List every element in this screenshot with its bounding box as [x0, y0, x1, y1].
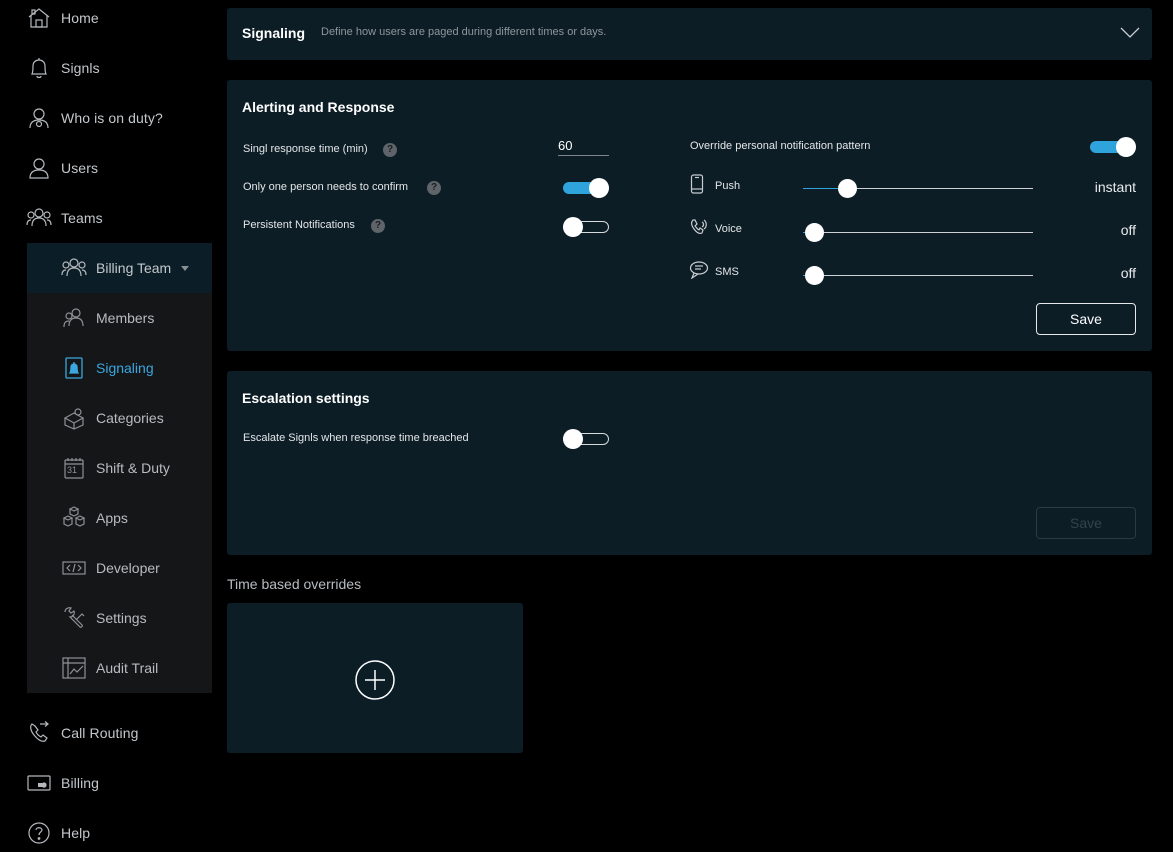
- subnav-categories[interactable]: Categories: [61, 403, 164, 433]
- override-label: Override personal notification pattern: [690, 140, 871, 152]
- nav-teams-label: Teams: [61, 210, 103, 226]
- nav-home-label: Home: [61, 10, 99, 26]
- nav-billing[interactable]: Billing: [26, 768, 99, 798]
- push-value: instant: [1094, 179, 1136, 195]
- push-label: Push: [715, 180, 741, 192]
- help-icon: [26, 820, 52, 846]
- subnav-signaling-label: Signaling: [96, 360, 154, 376]
- subnav-settings-label: Settings: [96, 610, 147, 626]
- nav-call-routing-label: Call Routing: [61, 725, 139, 741]
- members-icon: [61, 305, 87, 331]
- signaling-description: Define how users are paged during differ…: [321, 26, 607, 38]
- nav-help[interactable]: Help: [26, 818, 90, 848]
- add-override-card[interactable]: [227, 603, 523, 753]
- code-icon: [61, 555, 87, 581]
- voice-value: off: [1120, 222, 1136, 238]
- escalation-title: Escalation settings: [242, 390, 370, 406]
- on-duty-icon: [26, 105, 52, 131]
- chevron-down-icon[interactable]: [181, 265, 190, 271]
- billing-icon: [26, 770, 52, 796]
- subnav-audit-trail[interactable]: Audit Trail: [61, 653, 158, 683]
- subnav-members-label: Members: [96, 310, 155, 326]
- subnav-shift-duty[interactable]: 31 Shift & Duty: [61, 453, 170, 483]
- subnav-apps[interactable]: Apps: [61, 503, 128, 533]
- chevron-down-icon[interactable]: [1120, 26, 1140, 44]
- subnav-developer-label: Developer: [96, 560, 160, 576]
- call-routing-icon: [26, 720, 52, 746]
- signaling-section-header[interactable]: Signaling Define how users are paged dur…: [227, 8, 1152, 60]
- one-confirm-label: Only one person needs to confirm: [243, 181, 409, 193]
- subnav-settings[interactable]: Settings: [61, 603, 147, 633]
- nav-teams[interactable]: Teams: [26, 203, 103, 233]
- teams-icon: [26, 205, 52, 231]
- apps-icon: [61, 505, 87, 531]
- plus-circle-icon[interactable]: [354, 659, 396, 706]
- help-icon[interactable]: ?: [371, 219, 385, 233]
- voice-icon: [689, 218, 709, 241]
- calendar-icon: 31: [61, 455, 87, 481]
- categories-icon: [61, 405, 87, 431]
- alerting-title: Alerting and Response: [242, 99, 395, 115]
- one-confirm-toggle[interactable]: [563, 178, 609, 198]
- teams-icon: [61, 255, 87, 281]
- team-selector[interactable]: Billing Team: [27, 243, 212, 293]
- escalate-toggle[interactable]: [563, 429, 609, 449]
- persistent-label: Persistent Notifications: [243, 219, 355, 231]
- alerting-save-button[interactable]: Save: [1036, 303, 1136, 335]
- help-icon[interactable]: ?: [383, 143, 397, 157]
- signaling-icon: [61, 355, 87, 381]
- help-icon[interactable]: ?: [427, 181, 441, 195]
- subnav-apps-label: Apps: [96, 510, 128, 526]
- response-time-input[interactable]: [558, 136, 609, 156]
- override-toggle[interactable]: [1090, 137, 1136, 157]
- sidebar: Home Signls Who is on duty? Users Teams …: [0, 0, 215, 852]
- subnav-signaling[interactable]: Signaling: [61, 353, 154, 383]
- response-time-label: Singl response time (min): [243, 143, 368, 155]
- sms-label: SMS: [715, 266, 739, 278]
- calendar-day: 31: [67, 465, 78, 475]
- subnav-categories-label: Categories: [96, 410, 164, 426]
- bell-icon: [26, 55, 52, 81]
- team-name: Billing Team: [96, 260, 172, 276]
- subnav-developer[interactable]: Developer: [61, 553, 160, 583]
- sms-slider[interactable]: [803, 266, 1033, 285]
- nav-home[interactable]: Home: [26, 3, 99, 33]
- push-slider[interactable]: [803, 179, 1033, 198]
- subnav-members[interactable]: Members: [61, 303, 154, 333]
- nav-signls[interactable]: Signls: [26, 53, 100, 83]
- subnav-shift-duty-label: Shift & Duty: [96, 460, 170, 476]
- phone-icon: [690, 174, 704, 199]
- sms-value: off: [1120, 265, 1136, 281]
- nav-call-routing[interactable]: Call Routing: [26, 718, 138, 748]
- user-icon: [26, 155, 52, 181]
- home-icon: [26, 5, 52, 31]
- escalation-settings-card: Escalation settings Escalate Signls when…: [227, 371, 1152, 555]
- audit-icon: [61, 655, 87, 681]
- nav-help-label: Help: [61, 825, 91, 841]
- sms-icon: [689, 261, 709, 284]
- nav-who-on-duty[interactable]: Who is on duty?: [26, 103, 163, 133]
- signaling-title: Signaling: [242, 25, 305, 41]
- wrench-icon: [61, 605, 87, 631]
- team-submenu: Billing Team Members Signaling Categorie…: [27, 243, 212, 693]
- alerting-response-card: Alerting and Response Singl response tim…: [227, 80, 1152, 351]
- subnav-audit-trail-label: Audit Trail: [96, 660, 159, 676]
- overrides-title: Time based overrides: [227, 576, 362, 592]
- persistent-toggle[interactable]: [563, 217, 609, 237]
- nav-signls-label: Signls: [61, 60, 100, 76]
- escalate-label: Escalate Signls when response time breac…: [243, 432, 469, 444]
- nav-billing-label: Billing: [61, 775, 100, 791]
- escalation-save-button[interactable]: Save: [1036, 507, 1136, 539]
- nav-who-on-duty-label: Who is on duty?: [61, 110, 163, 126]
- nav-users[interactable]: Users: [26, 153, 98, 183]
- nav-users-label: Users: [61, 160, 99, 176]
- voice-label: Voice: [715, 223, 742, 235]
- voice-slider[interactable]: [803, 223, 1033, 242]
